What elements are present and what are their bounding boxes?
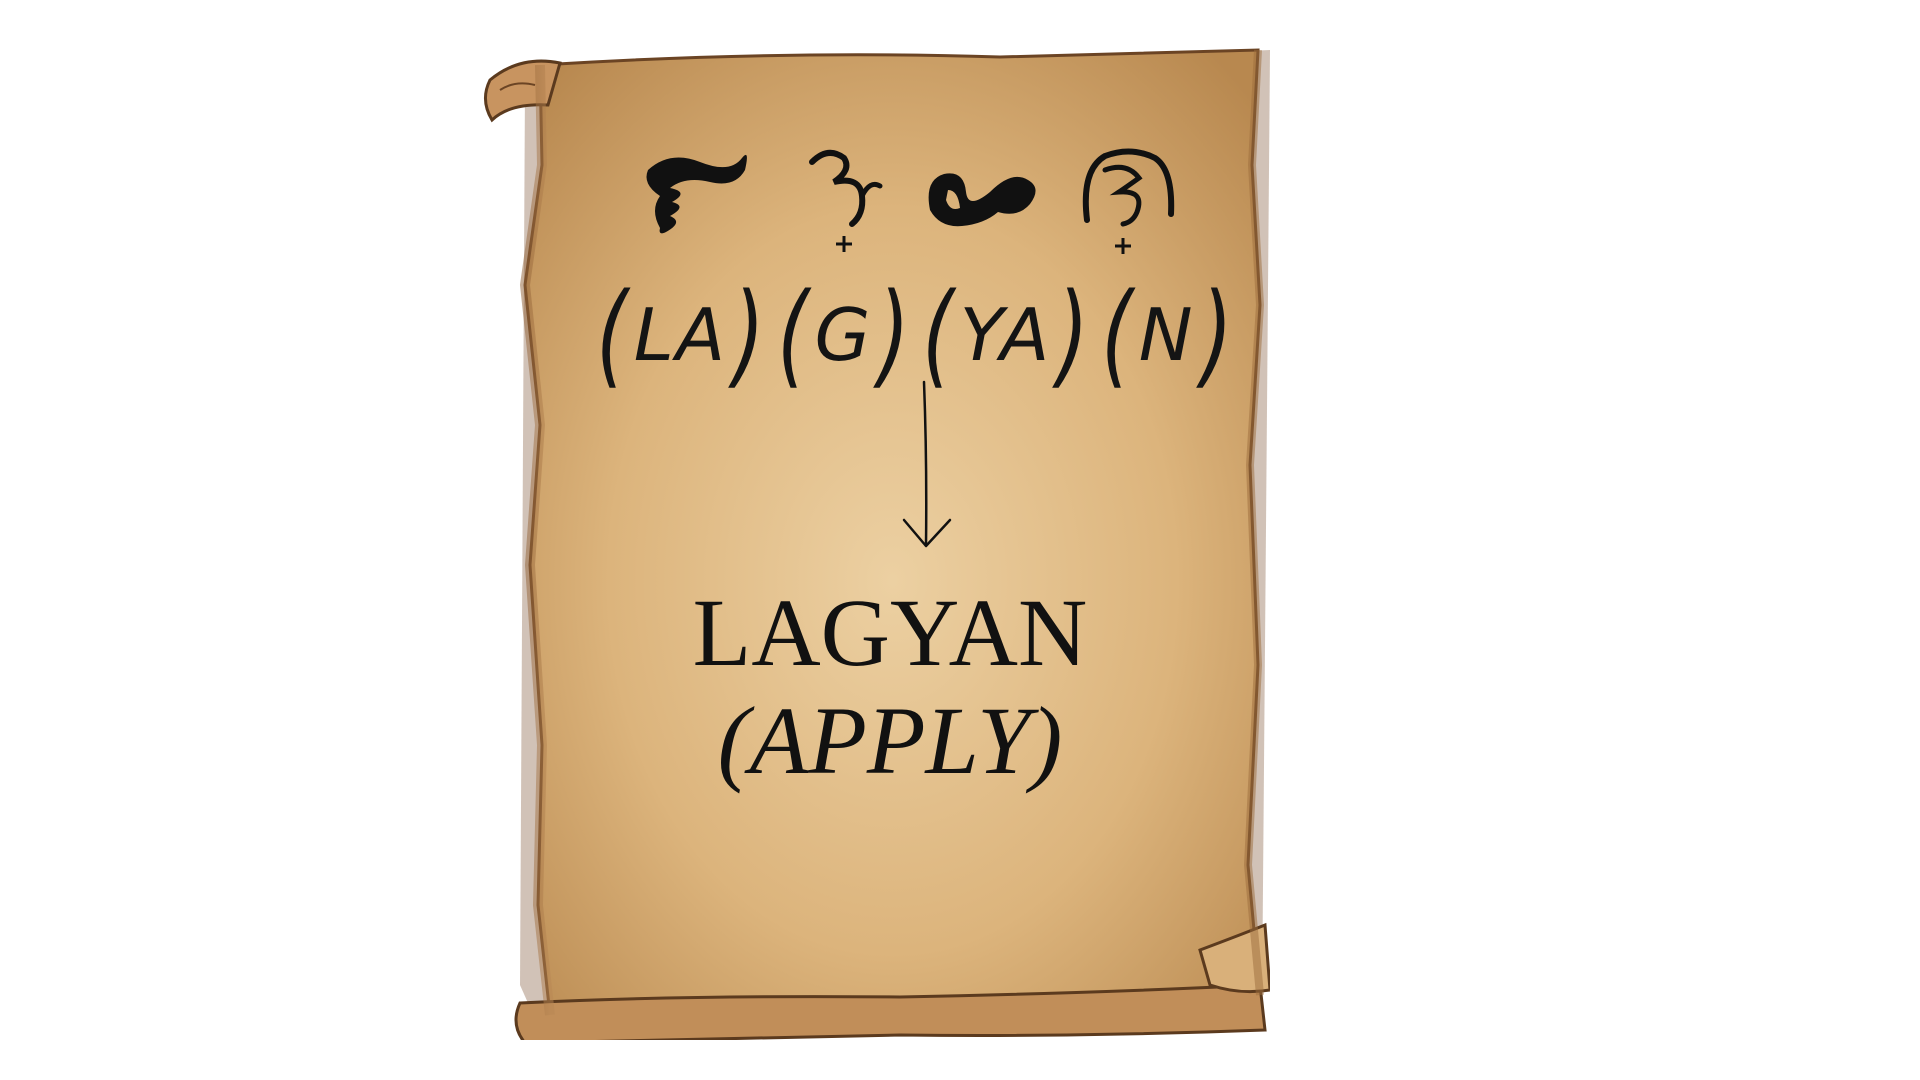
syllable-text: N <box>1138 293 1195 377</box>
close-paren: ) <box>1200 270 1233 400</box>
syllable-text: G <box>814 293 873 377</box>
close-paren: ) <box>733 270 765 400</box>
syllable-la: ( LA ) <box>590 279 771 391</box>
syllable-ya: ( YA ) <box>916 279 1095 391</box>
open-paren: ( <box>922 270 954 400</box>
open-paren: ( <box>1101 270 1133 400</box>
page: ( LA ) ( G ) ( YA ) ( N ) LAGYAN (APPLY) <box>0 0 1920 1080</box>
syllable-text: YA <box>959 293 1052 377</box>
close-paren: ) <box>878 270 910 400</box>
parchment-scroll: ( LA ) ( G ) ( YA ) ( N ) LAGYAN (APPLY) <box>480 45 1270 1040</box>
open-paren: ( <box>596 270 628 400</box>
syllable-text: LA <box>633 293 728 377</box>
open-paren: ( <box>776 270 809 400</box>
syllable-g: ( G ) <box>771 279 916 391</box>
english-translation: (APPLY) <box>717 687 1063 794</box>
close-paren: ) <box>1057 270 1089 400</box>
syllable-n: ( N ) <box>1095 279 1238 391</box>
translated-word: LAGYAN <box>692 579 1088 686</box>
